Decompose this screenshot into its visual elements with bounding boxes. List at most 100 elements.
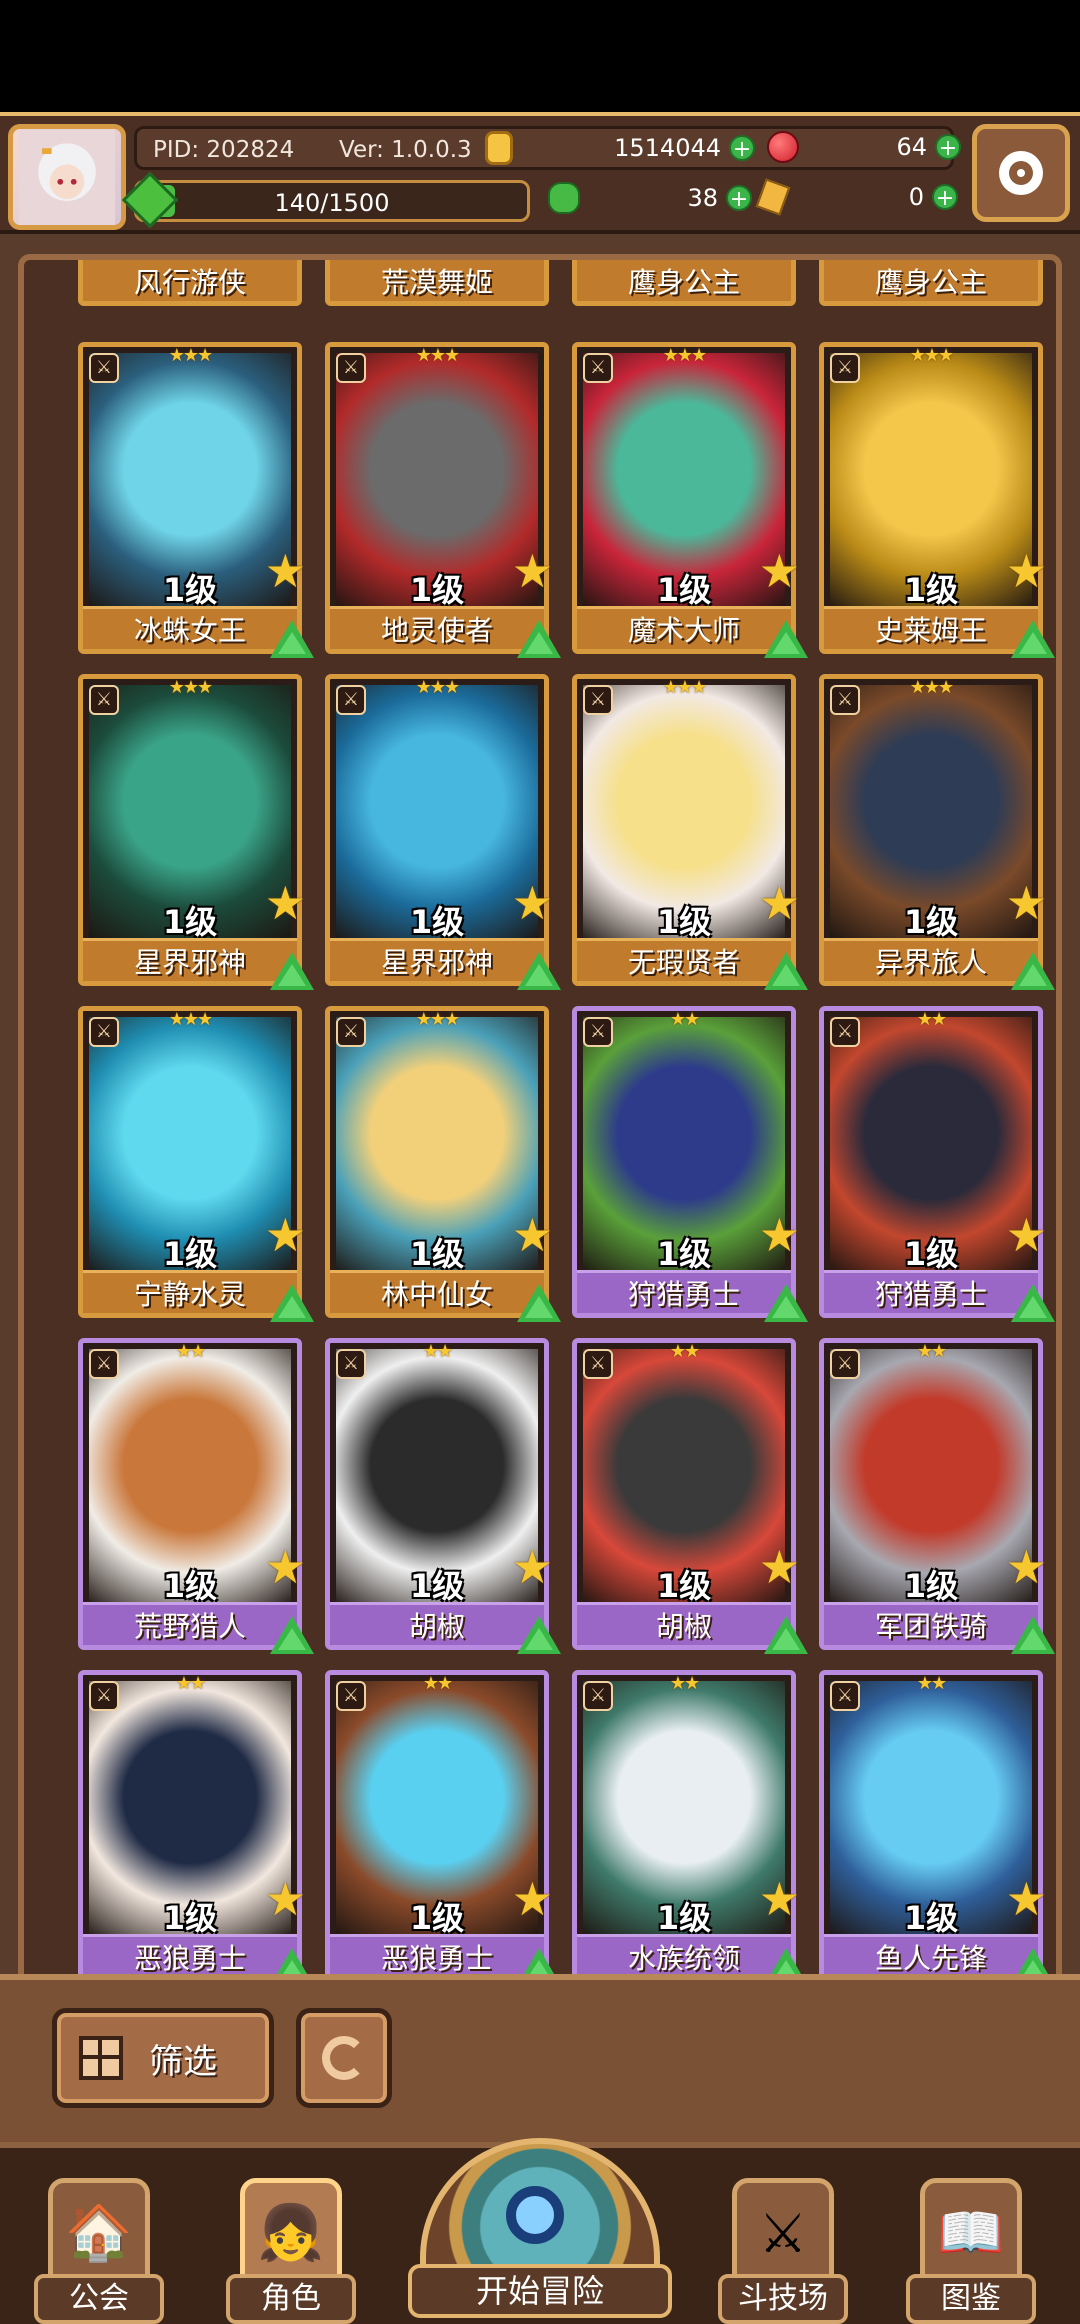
star-upgrade-icon[interactable]: ★ (512, 544, 553, 598)
star-upgrade-icon[interactable]: ★ (265, 876, 306, 930)
character-card-cut[interactable]: 鹰身公主 (572, 260, 796, 306)
character-name: 魔术大师 (627, 614, 740, 647)
character-card[interactable]: ⚔ ★★ 1级 狩猎勇士 ★ (819, 1006, 1055, 1322)
level-up-arrow-icon[interactable] (1011, 1616, 1055, 1654)
guild-icon: 🏠 (48, 2178, 150, 2288)
star-upgrade-icon[interactable]: ★ (512, 876, 553, 930)
star-upgrade-icon[interactable]: ★ (759, 1872, 800, 1926)
level-up-arrow-icon[interactable] (764, 952, 808, 990)
character-card[interactable]: ⚔ ★★★ 1级 史莱姆王 ★ (819, 342, 1055, 658)
add-ruby-button[interactable]: + (935, 134, 961, 161)
add-key-button[interactable]: + (932, 184, 958, 211)
name-bar: 星界邪神 (330, 938, 544, 981)
character-list-frame[interactable]: 风行游侠 荒漠舞姬 鹰身公主 鹰身公主 ⚔ ★★★ 1级 冰蛛女王 ★ ⚔ ★★★ 1级 地灵使… (18, 254, 1062, 1974)
character-card-cut[interactable]: 荒漠舞姬 (325, 260, 549, 306)
name-bar: 荒野猎人 (83, 1602, 297, 1645)
ruby-icon (767, 131, 799, 163)
character-card[interactable]: ⚔ ★★ 1级 胡椒 ★ (572, 1338, 808, 1654)
star-upgrade-icon[interactable]: ★ (1006, 1540, 1047, 1594)
star-upgrade-icon[interactable]: ★ (759, 544, 800, 598)
rank-stars: ★★★ (415, 1009, 460, 1030)
star-upgrade-icon[interactable]: ★ (512, 1540, 553, 1594)
character-name: 狩猎勇士 (874, 1278, 987, 1311)
star-upgrade-icon[interactable]: ★ (265, 1540, 306, 1594)
character-name: 地灵使者 (380, 614, 493, 647)
star-upgrade-icon[interactable]: ★ (1006, 1872, 1047, 1926)
character-card[interactable]: ⚔ ★★ 1级 胡椒 ★ (325, 1338, 561, 1654)
level-up-arrow-icon[interactable] (270, 952, 314, 990)
name-bar: 胡椒 (577, 1602, 791, 1645)
character-card[interactable]: ⚔ ★★ 1级 恶狼勇士 ★ (78, 1670, 314, 1974)
character-card[interactable]: ⚔ ★★ 1级 狩猎勇士 ★ (572, 1006, 808, 1322)
character-card[interactable]: ⚔ ★★★ 1级 无瑕贤者 ★ (572, 674, 808, 990)
character-card[interactable]: ⚔ ★★★ 1级 林中仙女 ★ (325, 1006, 561, 1322)
player-avatar[interactable] (8, 124, 126, 230)
star-upgrade-icon[interactable]: ★ (759, 876, 800, 930)
character-card[interactable]: ⚔ ★★★ 1级 魔术大师 ★ (572, 342, 808, 658)
sort-refresh-button[interactable] (296, 2008, 392, 2108)
level-up-arrow-icon[interactable] (517, 952, 561, 990)
gold-coin-icon (485, 131, 513, 165)
character-card[interactable]: ⚔ ★★ 1级 水族统领 ★ (572, 1670, 808, 1974)
level-up-arrow-icon[interactable] (1011, 1284, 1055, 1322)
star-upgrade-icon[interactable]: ★ (1006, 876, 1047, 930)
star-upgrade-icon[interactable]: ★ (1006, 544, 1047, 598)
character-card[interactable]: ⚔ ★★★ 1级 星界邪神 ★ (325, 674, 561, 990)
character-card[interactable]: ⚔ ★★★ 1级 宁静水灵 ★ (78, 1006, 314, 1322)
name-bar: 宁静水灵 (83, 1270, 297, 1313)
level-up-arrow-icon[interactable] (270, 620, 314, 658)
name-bar: 林中仙女 (330, 1270, 544, 1313)
character-card[interactable]: ⚔ ★★ 1级 恶狼勇士 ★ (325, 1670, 561, 1974)
star-upgrade-icon[interactable]: ★ (265, 544, 306, 598)
name-bar: 狩猎勇士 (577, 1270, 791, 1313)
character-name: 鱼人先锋 (874, 1942, 987, 1974)
star-upgrade-icon[interactable]: ★ (759, 1208, 800, 1262)
settings-button[interactable] (972, 124, 1070, 222)
codex-book-icon: 📖 (920, 2178, 1022, 2288)
nav-arena[interactable]: ⚔ 斗技场 (718, 2178, 848, 2324)
level-up-arrow-icon[interactable] (517, 1948, 561, 1974)
nav-codex[interactable]: 📖 图鉴 (906, 2178, 1036, 2324)
refresh-icon (322, 2036, 366, 2080)
character-name: 异界旅人 (874, 946, 987, 979)
star-upgrade-icon[interactable]: ★ (265, 1872, 306, 1926)
nav-label: 斗技场 (718, 2274, 848, 2324)
level-up-arrow-icon[interactable] (764, 1948, 808, 1974)
character-card-cut[interactable]: 鹰身公主 (819, 260, 1043, 306)
star-upgrade-icon[interactable]: ★ (512, 1872, 553, 1926)
character-card[interactable]: ⚔ ★★ 1级 荒野猎人 ★ (78, 1338, 314, 1654)
character-card[interactable]: ⚔ ★★ 1级 鱼人先锋 ★ (819, 1670, 1055, 1974)
system-status-bar (0, 0, 1080, 112)
star-upgrade-icon[interactable]: ★ (512, 1208, 553, 1262)
level-up-arrow-icon[interactable] (1011, 1948, 1055, 1974)
character-card-cut[interactable]: 风行游侠 (78, 260, 302, 306)
card-frame: ⚔ ★★★ 1级 无瑕贤者 (572, 674, 796, 986)
add-gold-button[interactable]: + (729, 135, 755, 162)
level-up-arrow-icon[interactable] (270, 1284, 314, 1322)
character-card[interactable]: ⚔ ★★★ 1级 地灵使者 ★ (325, 342, 561, 658)
level-up-arrow-icon[interactable] (1011, 620, 1055, 658)
nav-guild[interactable]: 🏠 公会 (34, 2178, 164, 2324)
level-up-arrow-icon[interactable] (764, 1284, 808, 1322)
add-clover-button[interactable]: + (726, 185, 752, 212)
nav-character[interactable]: 👧 角色 (226, 2178, 356, 2324)
star-upgrade-icon[interactable]: ★ (1006, 1208, 1047, 1262)
level-up-arrow-icon[interactable] (1011, 952, 1055, 990)
level-up-arrow-icon[interactable] (517, 1616, 561, 1654)
character-card[interactable]: ⚔ ★★★ 1级 冰蛛女王 ★ (78, 342, 314, 658)
star-upgrade-icon[interactable]: ★ (759, 1540, 800, 1594)
nav-start-adventure[interactable]: 开始冒险 (408, 2138, 672, 2324)
character-card[interactable]: ⚔ ★★★ 1级 异界旅人 ★ (819, 674, 1055, 990)
rank-stars: ★★★ (168, 345, 213, 366)
star-upgrade-icon[interactable]: ★ (265, 1208, 306, 1262)
level-up-arrow-icon[interactable] (764, 620, 808, 658)
character-card[interactable]: ⚔ ★★★ 1级 星界邪神 ★ (78, 674, 314, 990)
character-card[interactable]: ⚔ ★★ 1级 军团铁骑 ★ (819, 1338, 1055, 1654)
filter-button[interactable]: 筛选 (52, 2008, 274, 2108)
level-up-arrow-icon[interactable] (764, 1616, 808, 1654)
avatar-portrait (19, 129, 115, 225)
level-up-arrow-icon[interactable] (270, 1948, 314, 1974)
level-up-arrow-icon[interactable] (517, 620, 561, 658)
level-up-arrow-icon[interactable] (270, 1616, 314, 1654)
level-up-arrow-icon[interactable] (517, 1284, 561, 1322)
